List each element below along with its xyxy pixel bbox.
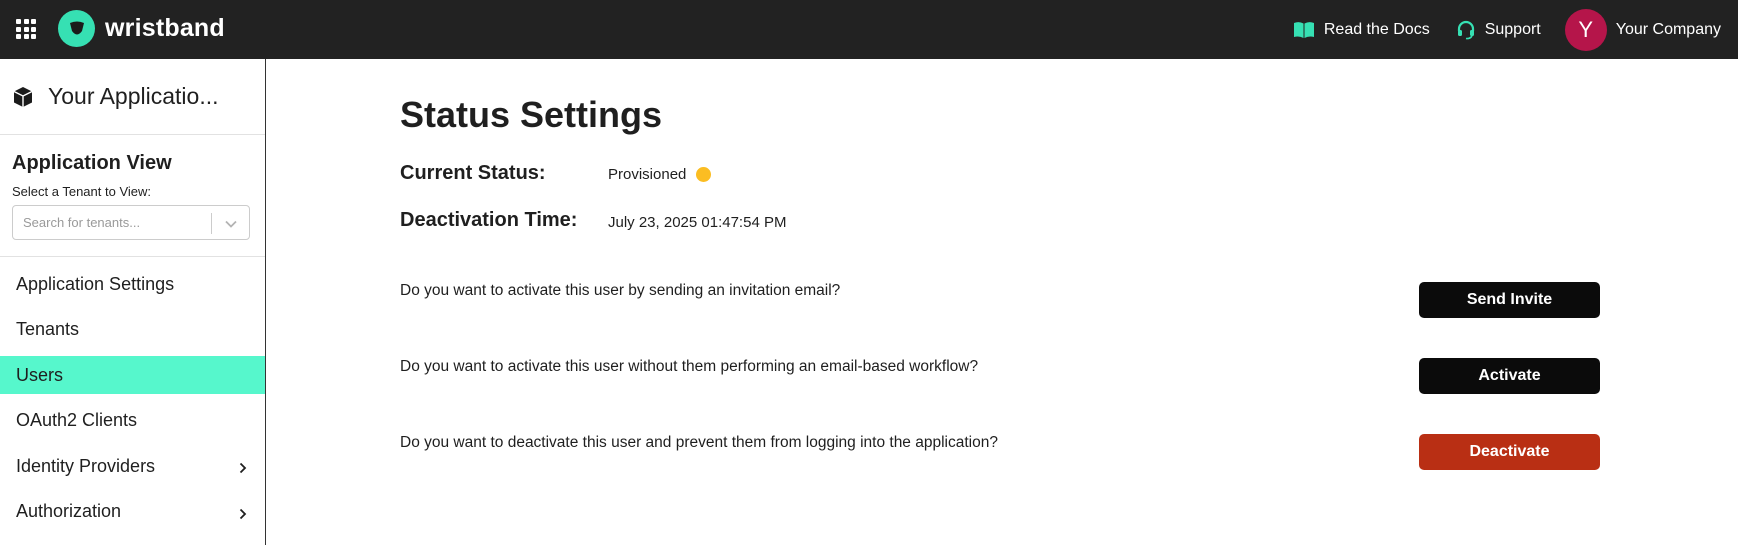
current-status-value-row: Provisioned <box>608 166 712 183</box>
send-invite-button[interactable]: Send Invite <box>1419 282 1600 318</box>
tenant-select[interactable] <box>12 205 250 240</box>
sidebar-item-label: OAuth2 Clients <box>16 410 138 430</box>
top-navigation-bar: wristband Read the Docs Support Y Your C… <box>0 0 1738 59</box>
book-icon <box>1293 21 1314 38</box>
wristband-logo-icon <box>58 10 95 47</box>
support-label: Support <box>1484 20 1541 38</box>
avatar-initial: Y <box>1578 16 1594 42</box>
avatar[interactable]: Y <box>1564 8 1607 51</box>
sidebar-item-tenants[interactable]: Tenants <box>0 311 265 349</box>
sidebar-item-label: Tenants <box>16 319 80 339</box>
send-invite-question: Do you want to activate this user by sen… <box>400 282 841 299</box>
chevron-right-icon <box>239 508 247 519</box>
application-view-section: Application View Select a Tenant to View… <box>0 135 265 257</box>
headset-icon <box>1457 20 1474 39</box>
sidebar-item-label: Authorization <box>16 501 122 521</box>
sidebar-item-label: Application Settings <box>16 273 175 294</box>
sidebar: Your Applicatio... Application View Sele… <box>0 59 266 545</box>
page-title: Status Settings <box>400 94 663 135</box>
logo-text: wristband <box>105 14 225 42</box>
chevron-down-icon[interactable] <box>224 217 238 231</box>
application-view-title: Application View <box>12 152 172 174</box>
support-link[interactable]: Support <box>1456 20 1541 40</box>
status-indicator-dot <box>696 167 712 182</box>
wristband-logo[interactable]: wristband <box>58 10 225 47</box>
deactivation-time-label: Deactivation Time: <box>400 209 578 231</box>
sidebar-nav: Application Settings Tenants Users OAuth… <box>0 265 265 531</box>
current-status-label: Current Status: <box>400 162 546 184</box>
deactivation-time-value: July 23, 2025 01:47:54 PM <box>608 214 787 231</box>
tenant-select-label: Select a Tenant to View: <box>12 184 152 199</box>
sidebar-item-users[interactable]: Users <box>0 356 265 394</box>
sidebar-item-oauth2-clients[interactable]: OAuth2 Clients <box>0 402 265 440</box>
sidebar-item-label: Identity Providers <box>16 455 156 476</box>
activate-question: Do you want to activate this user withou… <box>400 358 979 375</box>
application-name: Your Applicatio... <box>48 83 219 109</box>
sidebar-item-identity-providers[interactable]: Identity Providers <box>0 447 265 485</box>
activate-button[interactable]: Activate <box>1419 358 1600 394</box>
sidebar-item-label: Users <box>16 364 64 385</box>
current-status-value: Provisioned <box>608 166 687 183</box>
chevron-right-icon <box>239 462 247 474</box>
select-separator <box>211 213 212 234</box>
company-name[interactable]: Your Company <box>1616 21 1721 39</box>
tenant-search-input[interactable] <box>23 215 203 230</box>
sidebar-item-application-settings[interactable]: Application Settings <box>0 265 265 303</box>
read-the-docs-label: Read the Docs <box>1323 20 1430 38</box>
sidebar-item-authorization[interactable]: Authorization <box>0 493 265 531</box>
application-header[interactable]: Your Applicatio... <box>0 59 265 135</box>
read-the-docs-link[interactable]: Read the Docs <box>1293 21 1430 39</box>
deactivate-question: Do you want to deactivate this user and … <box>400 434 998 451</box>
deactivate-button[interactable]: Deactivate <box>1419 434 1600 470</box>
cube-icon <box>13 86 33 107</box>
app-launcher-grid-icon[interactable] <box>16 19 36 39</box>
